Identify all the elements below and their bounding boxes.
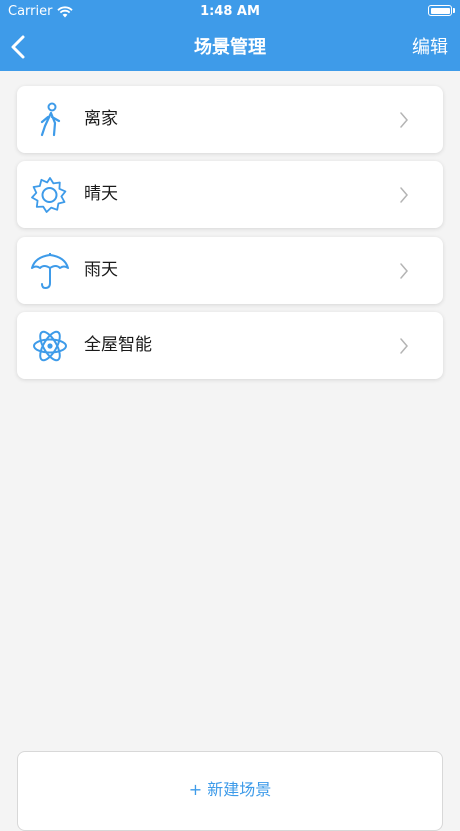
chevron-right-icon [400, 338, 408, 354]
scene-label: 全屋智能 [84, 335, 152, 355]
edit-button[interactable]: 编辑 [412, 24, 448, 71]
scene-label: 雨天 [84, 260, 118, 280]
atom-icon [33, 330, 67, 362]
status-bar: Carrier 1:48 AM [0, 0, 460, 24]
chevron-right-icon [400, 187, 408, 203]
chevron-right-icon [400, 112, 408, 128]
walking-person-icon [40, 102, 61, 137]
status-time: 1:48 AM [200, 4, 260, 19]
scene-item-rainy[interactable]: 雨天 [17, 237, 443, 304]
scene-label: 晴天 [84, 184, 118, 204]
page-title: 场景管理 [194, 37, 266, 58]
scene-item-whole-house-smart[interactable]: 全屋智能 [17, 312, 443, 379]
navigation-bar: 场景管理 编辑 [0, 24, 460, 71]
battery-level [430, 7, 450, 14]
scene-label: 离家 [84, 109, 118, 129]
chevron-left-icon [11, 35, 25, 59]
top-bar: Carrier 1:48 AM 场景管理 编辑 [0, 0, 460, 71]
scene-item-sunny[interactable]: 晴天 [17, 161, 443, 228]
new-scene-button[interactable]: + 新建场景 [17, 751, 443, 831]
sun-icon [31, 177, 67, 213]
battery-icon [428, 5, 455, 16]
chevron-right-icon [400, 263, 408, 279]
new-scene-label: + 新建场景 [188, 780, 272, 799]
umbrella-icon [31, 253, 69, 290]
scene-item-leave-home[interactable]: 离家 [17, 86, 443, 153]
back-button[interactable] [8, 34, 30, 60]
